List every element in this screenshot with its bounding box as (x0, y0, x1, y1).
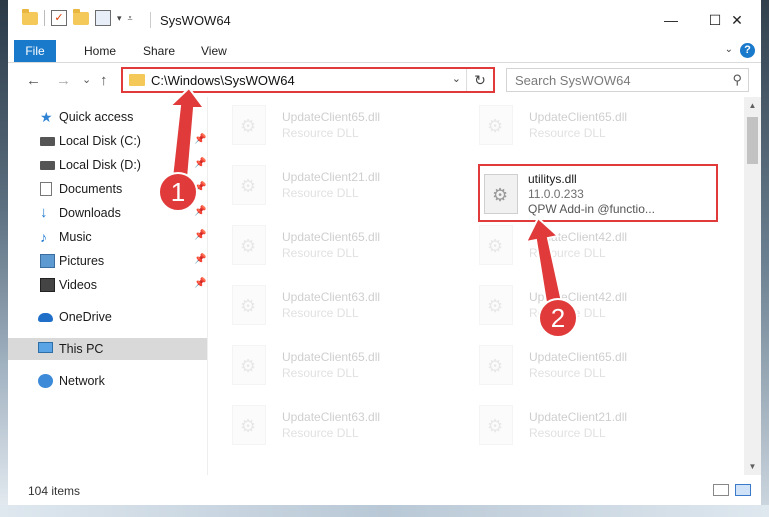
step-2-badge: 2 (538, 298, 578, 338)
explorer-window: ✓ ▾ ⩡ SysWOW64 — ☐ ✕ File Home Share Vie… (0, 0, 769, 517)
step-1-badge: 1 (158, 172, 198, 212)
annotation-arrows (167, 86, 564, 303)
arrow-2 (524, 216, 564, 303)
arrow-1 (167, 86, 206, 179)
